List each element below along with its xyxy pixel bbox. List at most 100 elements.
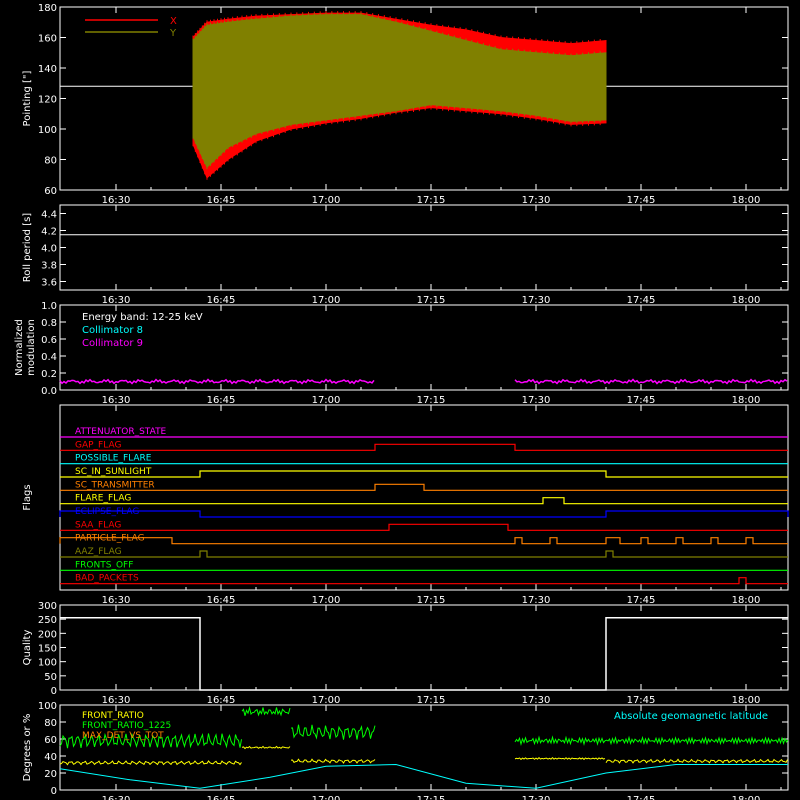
energy-band-annotation: Energy band: 12-25 keV — [82, 312, 203, 323]
flag-trace-flare-flag — [60, 497, 788, 505]
legend-label-front-ratio-1225: FRONT_RATIO_1225 — [82, 721, 171, 731]
flag-label-eclipse-flag: ECLIPSE_FLAG — [75, 507, 139, 517]
x-tick-label: 17:45 — [627, 295, 656, 306]
y-tick-label: 1.0 — [41, 301, 57, 312]
flag-trace-particle-flag — [59, 537, 788, 545]
x-tick-label: 17:15 — [417, 695, 446, 706]
x-tick-label: 17:15 — [417, 395, 446, 406]
panel-3-frame — [59, 404, 789, 591]
flag-label-possible-flare: POSSIBLE_FLARE — [75, 454, 152, 464]
x-tick-label: 17:30 — [522, 795, 551, 800]
x-tick-label: 17:30 — [522, 695, 551, 706]
panel-2-ylabel: Normalized modulation — [14, 319, 37, 376]
panel-1-frame — [59, 204, 789, 291]
x-tick-label: 17:00 — [312, 295, 341, 306]
y-tick-label: 80 — [44, 718, 57, 729]
y-tick-label: 0.6 — [41, 335, 57, 346]
flag-label-bad-packets: BAD_PACKETS — [75, 574, 139, 584]
flag-label-fronts-off: FRONTS_OFF — [75, 560, 133, 570]
y-tick-label: 4.4 — [41, 210, 57, 221]
y-tick-label: 250 — [38, 615, 57, 626]
ratio-trace-front-ratio — [241, 745, 291, 750]
x-tick-label: 16:30 — [102, 795, 131, 800]
x-tick-label: 17:00 — [312, 595, 341, 606]
svg-text:Normalized: Normalized — [14, 319, 25, 376]
panel-0-ylabel: Pointing ["] — [22, 70, 33, 126]
y-tick-label: 60 — [44, 186, 57, 197]
legend-label-front-ratio: FRONT_RATIO — [82, 711, 144, 721]
y-tick-label: 40 — [44, 752, 57, 763]
flag-label-sc-in-sunlight: SC_IN_SUNLIGHT — [75, 467, 152, 477]
legend-label-collimator-8: Collimator 8 — [82, 325, 143, 336]
y-tick-label: 0.8 — [41, 318, 57, 329]
panel-5-ylabel: Degrees or % — [22, 714, 33, 782]
y-tick-label: 3.8 — [41, 261, 57, 272]
y-tick-label: 50 — [44, 672, 57, 683]
x-tick-label: 18:00 — [732, 795, 761, 800]
collimator-9-trace — [514, 378, 788, 385]
y-tick-label: 4.0 — [41, 244, 57, 255]
x-tick-label: 18:00 — [732, 195, 761, 206]
panel-4-ylabel: Quality — [22, 630, 33, 666]
flag-trace-sc-transmitter — [60, 483, 788, 491]
x-tick-label: 16:45 — [207, 695, 236, 706]
x-tick-label: 17:45 — [627, 195, 656, 206]
x-tick-label: 17:00 — [312, 395, 341, 406]
flag-label-aaz-flag: AAZ_FLAG — [75, 547, 122, 557]
y-tick-label: 20 — [44, 769, 57, 780]
y-tick-label: 4.2 — [41, 227, 57, 238]
y-tick-label: 180 — [38, 3, 57, 14]
flag-label-gap-flag: GAP_FLAG — [75, 440, 121, 450]
geomagnetic-latitude-curve — [59, 763, 788, 789]
ratio-trace-front-ratio — [514, 756, 606, 761]
x-tick-label: 16:45 — [207, 395, 236, 406]
y-tick-label: 140 — [38, 64, 57, 75]
svg-text:modulation: modulation — [26, 319, 37, 376]
x-tick-label: 17:15 — [417, 295, 446, 306]
y-tick-label: 0 — [51, 786, 57, 797]
x-tick-label: 17:15 — [417, 195, 446, 206]
y-tick-label: 200 — [38, 629, 57, 640]
x-tick-label: 16:30 — [102, 395, 131, 406]
x-tick-label: 17:30 — [522, 295, 551, 306]
x-tick-label: 17:00 — [312, 195, 341, 206]
ratio-trace-front-ratio-1225 — [290, 724, 376, 740]
x-tick-label: 17:45 — [627, 595, 656, 606]
x-tick-label: 17:00 — [312, 795, 341, 800]
x-tick-label: 18:00 — [732, 295, 761, 306]
y-tick-label: 0.0 — [41, 386, 57, 397]
quality-trace — [60, 617, 788, 691]
y-tick-label: 100 — [38, 125, 57, 136]
y-tick-label: 0.4 — [41, 352, 57, 363]
flag-trace-bad-packets — [60, 577, 788, 585]
x-tick-label: 17:30 — [522, 595, 551, 606]
x-tick-label: 17:30 — [522, 395, 551, 406]
pointing-series-y-envelope — [192, 14, 607, 168]
legend-label-collimator-9: Collimator 9 — [82, 338, 143, 349]
ratio-trace-front-ratio-1225 — [241, 705, 291, 717]
flag-trace-gap-flag — [60, 443, 788, 451]
x-tick-label: 17:30 — [522, 195, 551, 206]
y-tick-label: 60 — [44, 735, 57, 746]
collimator-9-trace — [59, 378, 375, 385]
flag-label-sc-transmitter: SC_TRANSMITTER — [75, 480, 155, 490]
y-tick-label: 100 — [38, 658, 57, 669]
legend-label-geomagnetic-latitude: Absolute geomagnetic latitude — [614, 711, 768, 722]
legend-label-y: Y — [169, 28, 177, 39]
ratio-trace-front-ratio — [605, 758, 788, 764]
x-tick-label: 17:15 — [417, 795, 446, 800]
y-tick-label: 0.2 — [41, 369, 57, 380]
x-tick-label: 17:45 — [627, 795, 656, 800]
x-tick-label: 17:15 — [417, 595, 446, 606]
x-tick-label: 16:30 — [102, 695, 131, 706]
ratio-trace-front-ratio — [290, 758, 376, 764]
flag-trace-aaz-flag — [60, 550, 788, 558]
y-tick-label: 120 — [38, 95, 57, 106]
ratio-trace-front-ratio — [59, 760, 242, 766]
x-tick-label: 17:00 — [312, 695, 341, 706]
x-tick-label: 16:30 — [102, 195, 131, 206]
panel-1-ylabel: Roll period [s] — [22, 213, 33, 282]
x-tick-label: 17:45 — [627, 395, 656, 406]
panel-3-ylabel: Flags — [22, 484, 33, 510]
rhessi-quicklook-chart: 16:30 16:45 17:00 17:15 17:30 17:45 18:00 60 80 1… — [14, 3, 789, 800]
